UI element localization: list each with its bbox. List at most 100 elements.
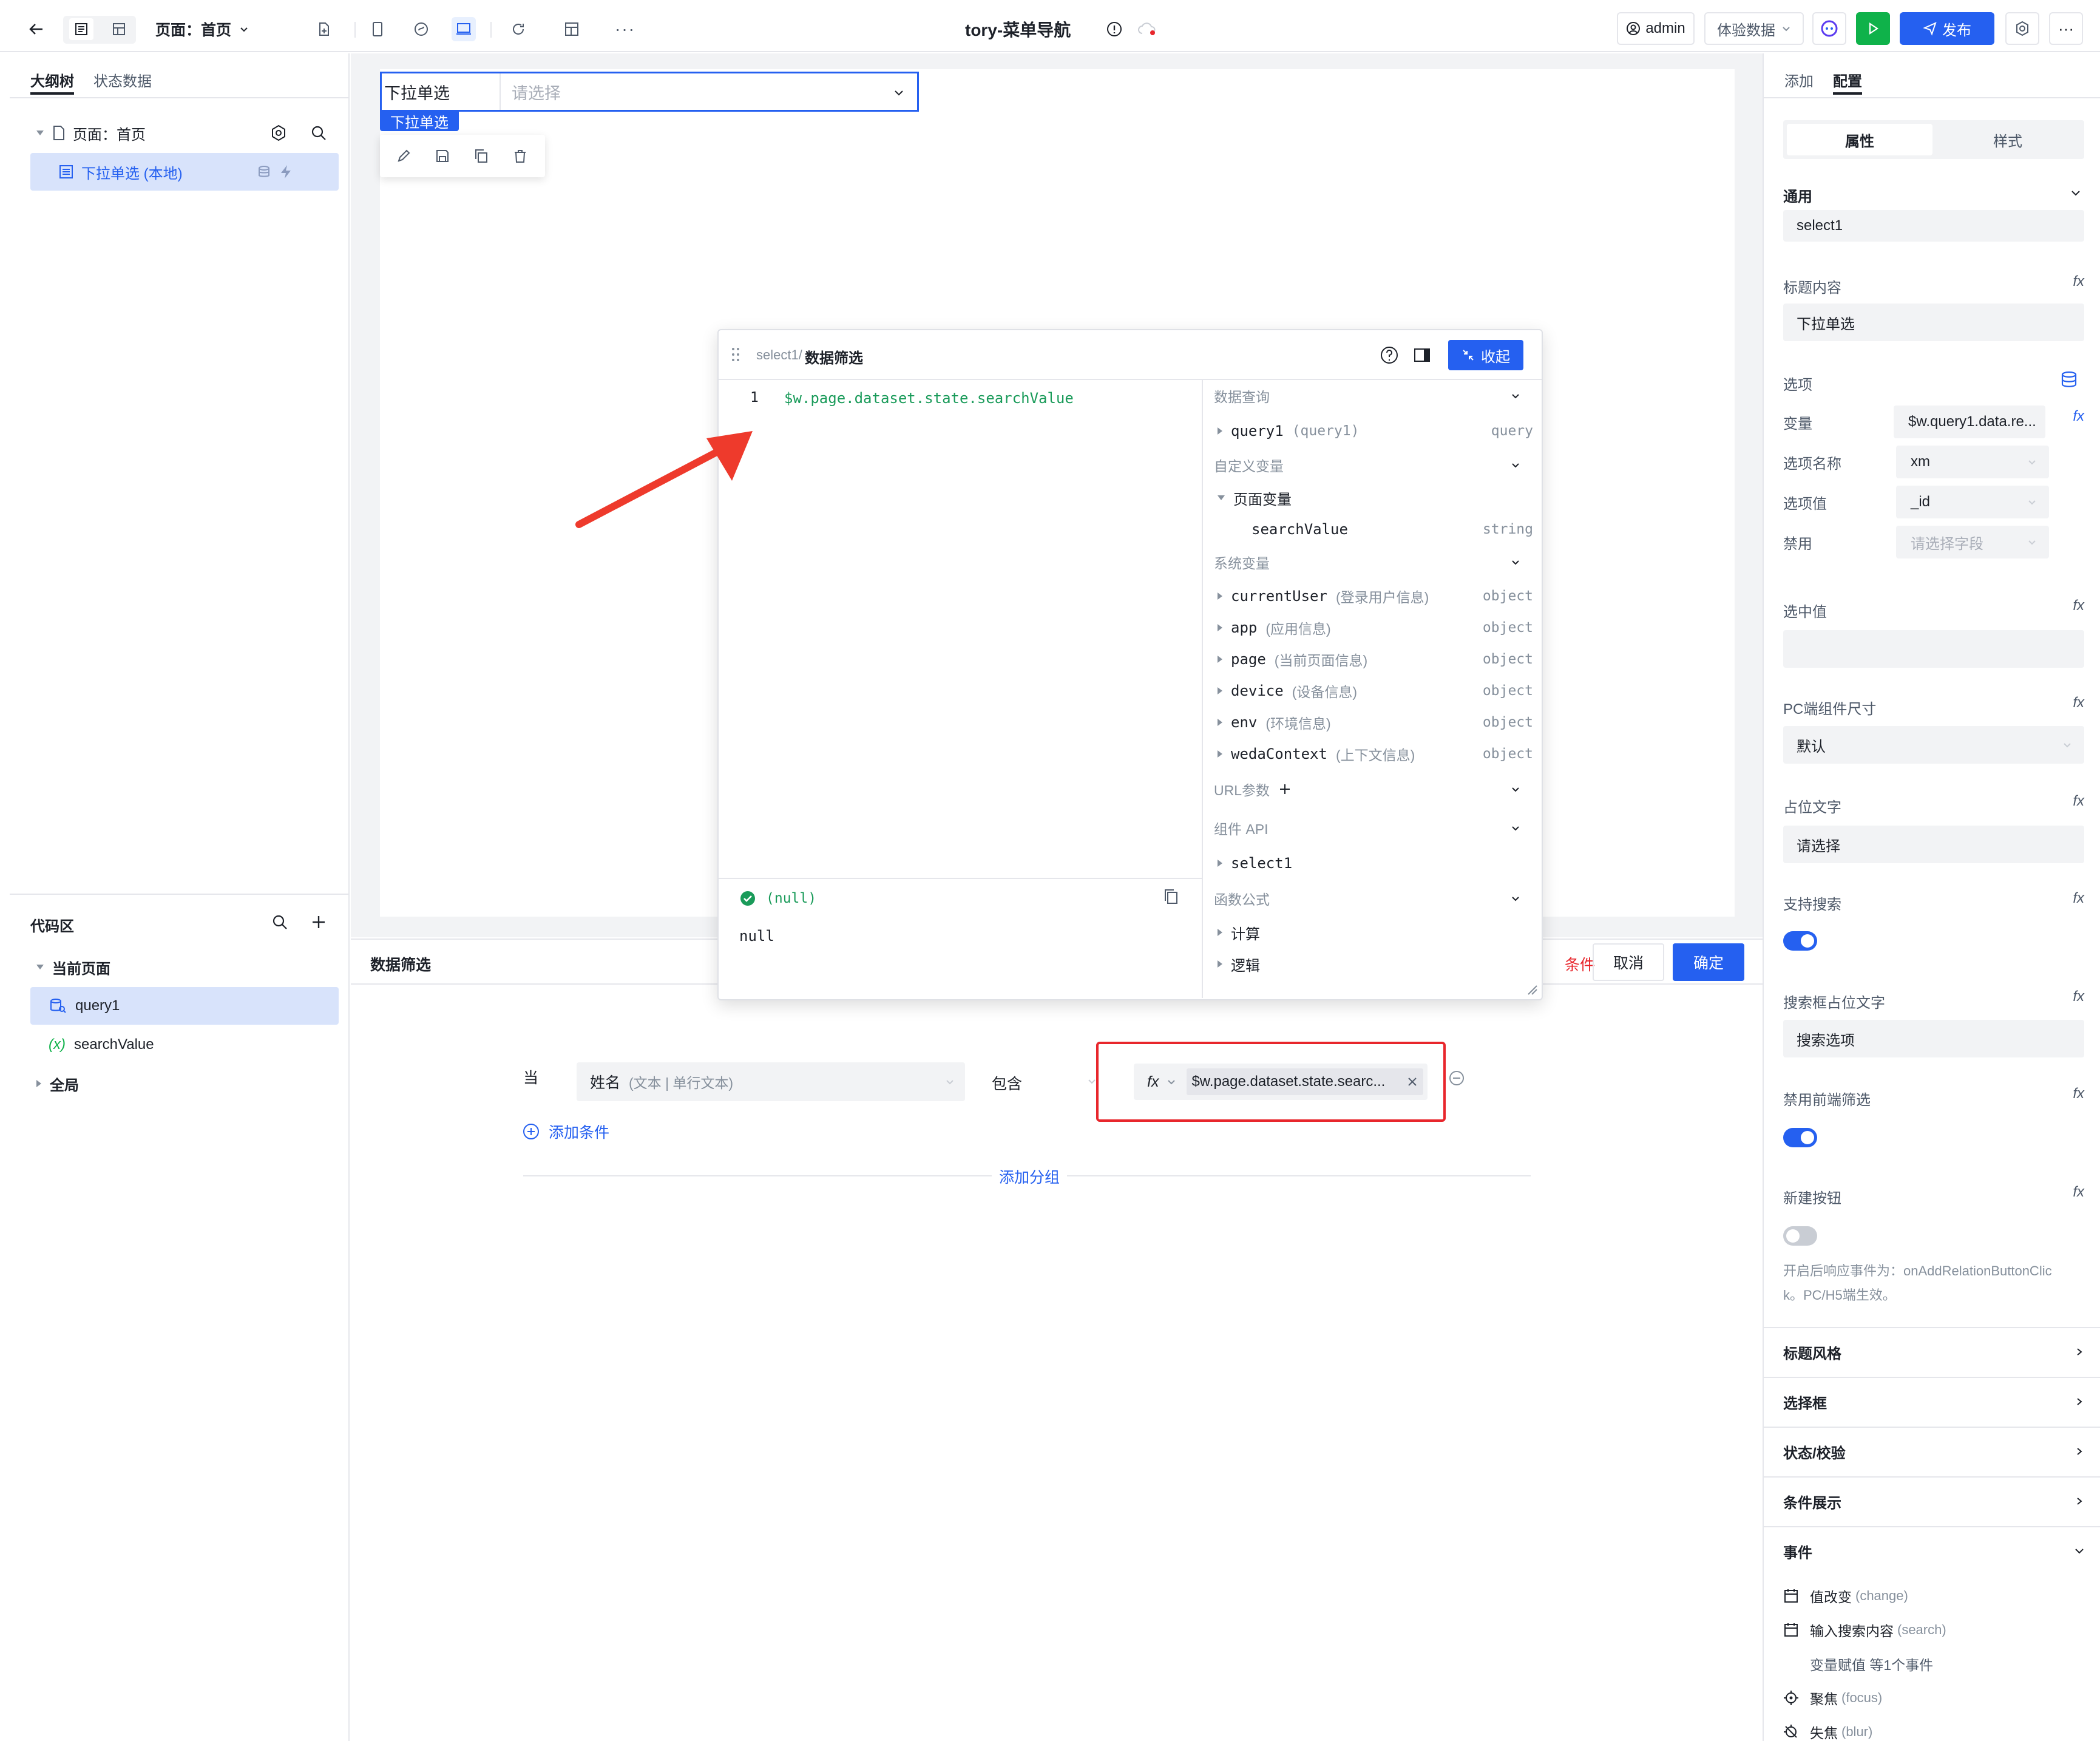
tab-state-data[interactable]: 状态数据 [93, 69, 152, 90]
code-item-variable[interactable]: (x) searchValue [30, 1026, 339, 1064]
condition-operator[interactable]: 包含 [992, 1072, 1022, 1094]
pc-device-icon[interactable] [452, 17, 476, 41]
copy-icon[interactable] [1163, 887, 1180, 907]
seg-style[interactable]: 样式 [1935, 124, 2081, 155]
var-system-item[interactable]: currentUser (登录用户信息) object [1218, 580, 1533, 612]
condition-field-select[interactable]: 姓名 (文本 | 单行文本) [577, 1062, 965, 1101]
cancel-button[interactable]: 取消 [1593, 943, 1664, 981]
option-value-select[interactable]: _id [1896, 486, 2049, 518]
plus-icon[interactable] [1278, 782, 1292, 796]
settings-button[interactable] [2005, 12, 2039, 45]
event-item[interactable]: 输入搜索内容 (search) [1783, 1615, 1946, 1645]
tab-config[interactable]: 配置 [1833, 69, 1862, 90]
tab-outline[interactable]: 大纲树 [30, 69, 74, 90]
new-button-toggle[interactable] [1783, 1226, 1817, 1246]
fx-icon[interactable]: fx [1147, 1073, 1159, 1091]
option-name-select[interactable]: xm [1896, 446, 2049, 478]
fx-icon[interactable]: fx [2073, 890, 2084, 907]
section-select-box[interactable]: 选择框 [1764, 1377, 2100, 1425]
tab-add[interactable]: 添加 [1784, 69, 1814, 90]
search-icon[interactable] [310, 124, 328, 142]
section-system-vars[interactable]: 系统变量 [1214, 546, 1533, 578]
fx-icon[interactable]: fx [2073, 694, 2084, 711]
more-menu-button[interactable]: ··· [2049, 12, 2083, 45]
var-system-item[interactable]: device (设备信息) object [1218, 675, 1533, 707]
miniprogram-icon[interactable] [409, 17, 433, 41]
template-icon[interactable] [560, 17, 584, 41]
database-icon[interactable] [2059, 369, 2079, 390]
confirm-button[interactable]: 确定 [1673, 943, 1744, 981]
event-item[interactable]: 值改变 (change) [1783, 1581, 1908, 1611]
var-function-item[interactable]: 计算 [1218, 917, 1533, 948]
event-item[interactable]: 失焦 (blur) [1783, 1717, 1872, 1741]
tree-node-page[interactable]: 页面：首页 [30, 114, 339, 152]
filter-partial-label[interactable]: 条件 [1565, 953, 1595, 975]
mobile-device-icon[interactable] [365, 17, 390, 41]
tree-node-select[interactable]: 下拉单选 (本地) [30, 153, 339, 191]
var-page-vars[interactable]: 页面变量 [1218, 482, 1533, 514]
collapse-button[interactable]: 收起 [1448, 340, 1523, 370]
section-component-api[interactable]: 组件 API [1214, 812, 1533, 844]
section-data-query[interactable]: 数据查询 [1214, 380, 1533, 412]
section-functions[interactable]: 函数公式 [1214, 883, 1533, 914]
code-global[interactable]: 全局 [30, 1065, 339, 1102]
ai-assistant-button[interactable] [1812, 12, 1846, 45]
size-select[interactable]: 默认 [1783, 726, 2084, 764]
fx-icon[interactable]: fx [2073, 408, 2084, 425]
disable-frontend-filter-toggle[interactable] [1783, 1128, 1817, 1147]
fx-icon[interactable]: fx [2073, 1085, 2084, 1102]
component-badge[interactable]: 下拉单选 [380, 110, 459, 131]
user-button[interactable]: admin [1617, 12, 1695, 45]
selected-value-field[interactable] [1783, 630, 2084, 668]
close-icon[interactable] [1407, 1077, 1417, 1087]
variable-field[interactable]: $w.query1.data.re... [1894, 406, 2045, 438]
page-selector[interactable]: 页面：首页 [155, 18, 249, 40]
search-icon[interactable] [271, 913, 289, 931]
var-system-item[interactable]: page (当前页面信息) object [1218, 643, 1533, 675]
add-condition-button[interactable]: 添加条件 [522, 1121, 609, 1142]
select-component[interactable]: 下拉单选 请选择 [380, 72, 919, 112]
section-title-style[interactable]: 标题风格 [1764, 1327, 2100, 1376]
fx-icon[interactable]: fx [2073, 988, 2084, 1005]
event-action-item[interactable]: 变量赋值 等1个事件 [1810, 1649, 1933, 1679]
section-url-params[interactable]: URL参数 [1214, 773, 1533, 805]
placeholder-field[interactable]: 请选择 [1783, 826, 2084, 863]
plus-icon[interactable] [311, 914, 327, 930]
fx-icon[interactable]: fx [2073, 597, 2084, 614]
refresh-icon[interactable] [506, 17, 530, 41]
section-general[interactable]: 通用 [1783, 185, 1812, 206]
delete-icon[interactable] [512, 148, 528, 164]
resize-handle-icon[interactable] [1525, 982, 1538, 996]
disabled-select[interactable]: 请选择字段 [1896, 526, 2049, 558]
title-content-field[interactable]: 下拉单选 [1783, 304, 2084, 341]
var-component-select1[interactable]: select1 [1218, 847, 1533, 879]
fx-icon[interactable]: fx [2073, 273, 2084, 290]
save-icon[interactable] [435, 148, 450, 164]
edit-icon[interactable] [396, 148, 412, 164]
preview-button[interactable] [1856, 12, 1890, 45]
more-icon[interactable]: ··· [613, 17, 637, 41]
experience-data-select[interactable]: 体验数据 [1704, 12, 1804, 45]
add-page-icon[interactable] [312, 17, 336, 41]
component-id-field[interactable]: select1 [1783, 210, 2084, 242]
fx-icon[interactable]: fx [2073, 1184, 2084, 1201]
publish-button[interactable]: 发布 [1900, 12, 1994, 45]
section-events[interactable]: 事件 [1764, 1526, 2100, 1575]
seg-properties[interactable]: 属性 [1787, 124, 1932, 155]
section-status-validation[interactable]: 状态/校验 [1764, 1427, 2100, 1475]
info-icon[interactable] [1102, 17, 1126, 41]
var-function-item[interactable]: 逻辑 [1218, 948, 1533, 980]
condition-value-input[interactable]: fx $w.page.dataset.state.searc... [1134, 1064, 1428, 1100]
fx-icon[interactable]: fx [2073, 793, 2084, 810]
cloud-sync-icon[interactable] [1135, 17, 1159, 41]
side-panel-icon[interactable] [1412, 345, 1432, 365]
layout-view-icon[interactable] [107, 17, 131, 41]
var-searchvalue[interactable]: searchValue string [1218, 514, 1533, 545]
support-search-toggle[interactable] [1783, 931, 1817, 951]
var-system-item[interactable]: wedaContext (上下文信息) object [1218, 738, 1533, 770]
section-conditional-display[interactable]: 条件展示 [1764, 1476, 2100, 1525]
code-item-query[interactable]: query1 [30, 987, 339, 1025]
code-editor-area[interactable]: 1 $w.page.dataset.state.searchValue [719, 380, 1203, 879]
var-system-item[interactable]: app (应用信息) object [1218, 612, 1533, 643]
copy-icon[interactable] [473, 148, 489, 164]
